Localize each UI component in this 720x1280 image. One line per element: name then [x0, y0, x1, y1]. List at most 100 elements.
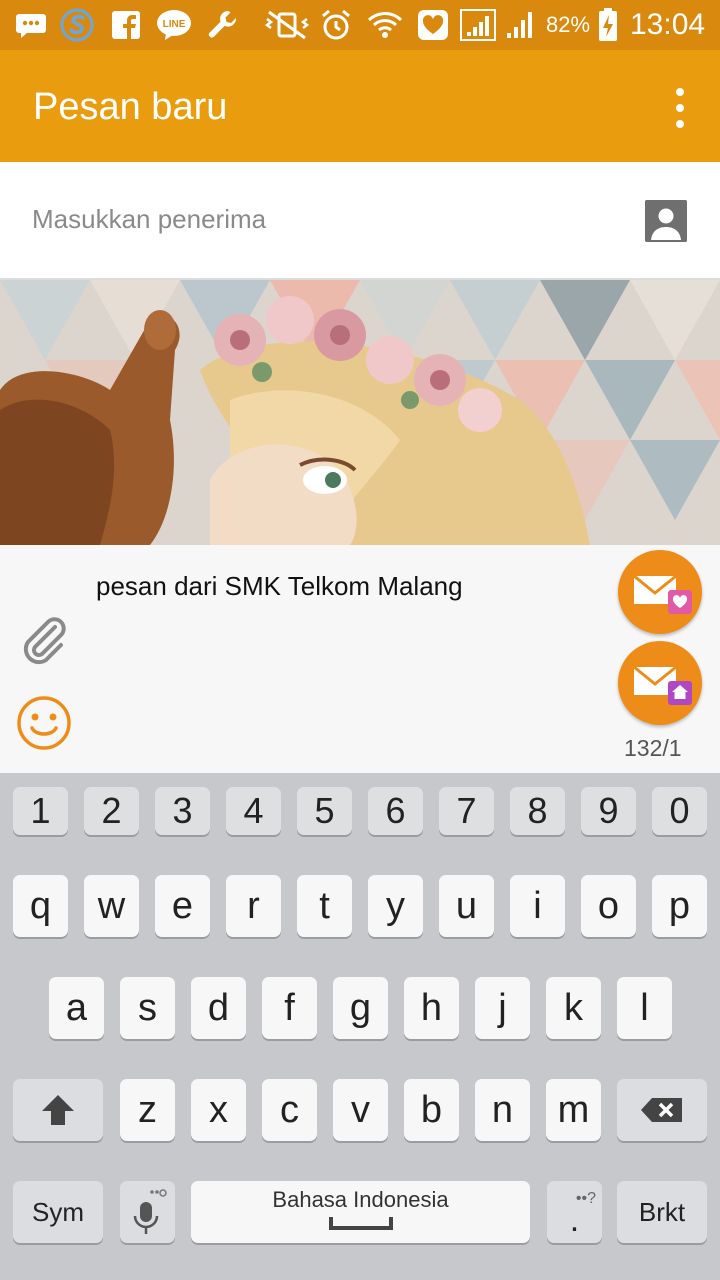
key-n[interactable]: n [475, 1079, 530, 1141]
key-x[interactable]: x [191, 1079, 246, 1141]
key-t[interactable]: t [297, 875, 352, 937]
key-label: s [138, 986, 157, 1029]
space-key[interactable]: Bahasa Indonesia [191, 1181, 530, 1243]
key-p[interactable]: p [652, 875, 707, 937]
key-f[interactable]: f [262, 977, 317, 1039]
shift-key[interactable] [13, 1079, 103, 1141]
key-8[interactable]: 8 [510, 787, 565, 835]
key-h[interactable]: h [404, 977, 459, 1039]
key-label: 3 [172, 790, 193, 831]
send-message-icon[interactable] [618, 550, 702, 634]
key-l[interactable]: l [617, 977, 672, 1039]
key-label: 2 [101, 790, 122, 831]
key-1[interactable]: 1 [13, 787, 68, 835]
key-label: 5 [314, 790, 335, 831]
status-bar: LINE 82% 13:04 [0, 0, 720, 50]
key-label: h [420, 986, 443, 1029]
wrench-icon [205, 8, 241, 42]
bbm-icon [14, 8, 48, 42]
punctuation-key[interactable]: ••? . [547, 1181, 602, 1243]
key-label: 0 [669, 790, 690, 831]
key-label: f [284, 986, 295, 1029]
key-a[interactable]: a [49, 977, 104, 1039]
microphone-icon [133, 1189, 167, 1234]
line-icon: LINE [155, 8, 193, 42]
key-v[interactable]: v [333, 1079, 388, 1141]
key-label: r [247, 884, 260, 927]
key-2[interactable]: 2 [84, 787, 139, 835]
overflow-menu-icon[interactable] [670, 88, 690, 128]
heart-app-icon [416, 8, 450, 42]
key-m[interactable]: m [546, 1079, 601, 1141]
key-q[interactable]: q [13, 875, 68, 937]
key-z[interactable]: z [120, 1079, 175, 1141]
recipient-input[interactable] [32, 204, 592, 235]
key-w[interactable]: w [84, 875, 139, 937]
key-label: 1 [30, 790, 51, 831]
key-label: v [351, 1088, 370, 1131]
key-y[interactable]: y [368, 875, 423, 937]
paperclip-icon[interactable] [18, 613, 70, 665]
compose-area: pesan dari SMK Telkom Malang 132/1 [0, 545, 720, 773]
key-label: c [280, 1088, 299, 1131]
key-label: n [491, 1088, 514, 1131]
voice-input-key[interactable] [120, 1181, 175, 1243]
smiley-icon[interactable] [16, 695, 72, 751]
key-label: p [668, 884, 691, 927]
key-label: u [455, 884, 478, 927]
key-label: q [29, 884, 52, 927]
key-label: d [207, 986, 230, 1029]
key-label: b [420, 1088, 443, 1131]
sym-key-label: Sym [32, 1196, 84, 1227]
svg-text:LINE: LINE [163, 19, 186, 30]
space-key-label: Bahasa Indonesia [272, 1187, 449, 1212]
key-label: 9 [598, 790, 619, 831]
message-input[interactable]: pesan dari SMK Telkom Malang [96, 571, 463, 602]
key-o[interactable]: o [581, 875, 636, 937]
key-5[interactable]: 5 [297, 787, 352, 835]
key-j[interactable]: j [475, 977, 530, 1039]
key-label: 7 [456, 790, 477, 831]
key-label: 6 [385, 790, 406, 831]
key-label: a [65, 986, 88, 1029]
key-3[interactable]: 3 [155, 787, 210, 835]
s-browser-icon [58, 8, 96, 42]
send-message-icon-2[interactable] [618, 641, 702, 725]
action-bar: Pesan baru [0, 50, 720, 162]
enter-key[interactable]: Brkt [617, 1181, 707, 1243]
recipient-bar [0, 162, 720, 280]
key-label: 4 [243, 790, 264, 831]
signal-icon-2 [502, 8, 538, 42]
facebook-icon [110, 8, 142, 42]
key-b[interactable]: b [404, 1079, 459, 1141]
key-7[interactable]: 7 [439, 787, 494, 835]
key-g[interactable]: g [333, 977, 388, 1039]
key-k[interactable]: k [546, 977, 601, 1039]
key-6[interactable]: 6 [368, 787, 423, 835]
key-4[interactable]: 4 [226, 787, 281, 835]
key-c[interactable]: c [262, 1079, 317, 1141]
key-label: t [319, 884, 330, 927]
key-e[interactable]: e [155, 875, 210, 937]
key-u[interactable]: u [439, 875, 494, 937]
key-i[interactable]: i [510, 875, 565, 937]
sym-key[interactable]: Sym [13, 1181, 103, 1243]
space-bar-icon [328, 1217, 393, 1230]
contact-icon[interactable] [645, 200, 687, 242]
shift-icon [42, 1095, 74, 1125]
key-s[interactable]: s [120, 977, 175, 1039]
key-label: w [97, 884, 126, 927]
key-label: z [138, 1088, 157, 1131]
key-d[interactable]: d [191, 977, 246, 1039]
backspace-key[interactable] [617, 1079, 707, 1141]
key-label: l [640, 986, 649, 1029]
character-counter: 132/1 [624, 735, 682, 761]
key-9[interactable]: 9 [581, 787, 636, 835]
punctuation-alt-label: ••? [575, 1190, 596, 1207]
key-label: 8 [527, 790, 548, 831]
key-label: k [564, 986, 583, 1029]
wifi-icon [365, 8, 405, 42]
key-r[interactable]: r [226, 875, 281, 937]
alarm-icon [318, 8, 354, 42]
key-0[interactable]: 0 [652, 787, 707, 835]
